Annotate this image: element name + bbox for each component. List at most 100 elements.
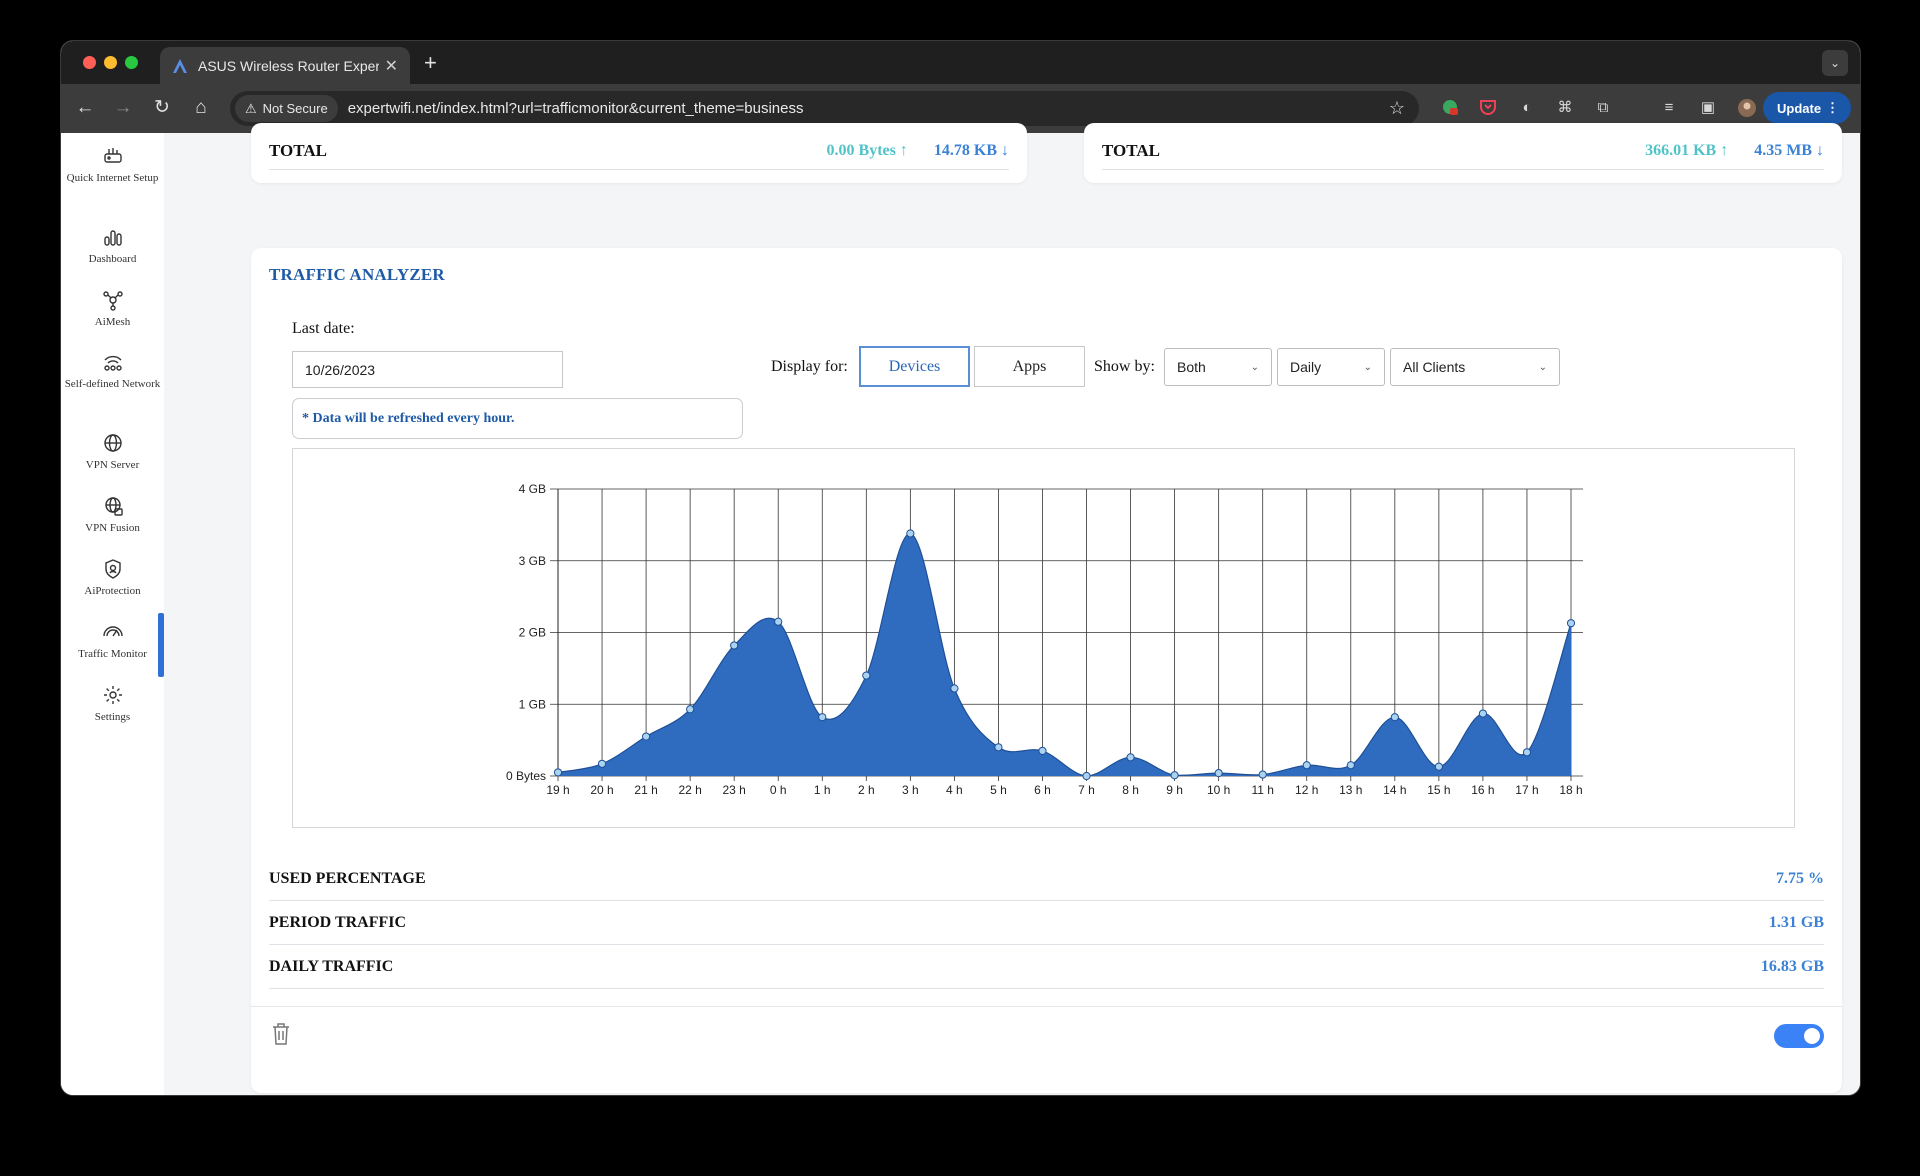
url-text[interactable]: expertwifi.net/index.html?url=trafficmon…: [348, 100, 1389, 117]
data-point: [1214, 769, 1223, 778]
pocket-icon[interactable]: [1478, 98, 1498, 118]
update-button[interactable]: Update ⋮: [1763, 92, 1851, 124]
clients-select[interactable]: All Clients ⌄: [1390, 348, 1560, 386]
sidebar-item-label: Traffic Monitor: [78, 648, 147, 660]
y-tick-label: 0 Bytes: [506, 769, 546, 783]
data-point: [818, 713, 827, 722]
y-tick-label: 2 GB: [519, 626, 546, 640]
router-sidebar: Quick Internet Setup Dashboard AiMesh Se…: [61, 133, 164, 1095]
maximize-window-button[interactable]: [125, 56, 138, 69]
tab-close-icon[interactable]: ✕: [385, 56, 398, 76]
sidebar-item-label: Self-defined Network: [64, 378, 161, 390]
x-tick-label: 21 h: [634, 783, 657, 797]
data-point: [730, 641, 739, 650]
sidebar-item-dashboard[interactable]: Dashboard: [61, 225, 164, 268]
traffic-monitor-toggle[interactable]: [1774, 1024, 1824, 1048]
extension-green-icon[interactable]: [1440, 98, 1460, 118]
data-point: [774, 617, 783, 626]
last-date-input[interactable]: [292, 351, 563, 388]
x-tick-label: 9 h: [1166, 783, 1183, 797]
data-point: [1038, 746, 1047, 755]
total-label: TOTAL: [269, 141, 327, 160]
x-tick-label: 3 h: [902, 783, 919, 797]
sidebar-item-label: Dashboard: [88, 253, 137, 265]
total-card-right: TOTAL 366.01 KB ↑ 4.35 MB ↓: [1084, 123, 1842, 183]
upload-value: 0.00 Bytes ↑: [826, 142, 908, 159]
side-panel-icon[interactable]: ▣: [1698, 98, 1718, 118]
total-card-left: TOTAL 0.00 Bytes ↑ 14.78 KB ↓: [251, 123, 1027, 183]
stat-row-period-traffic: PERIOD TRAFFIC 1.31 GB: [269, 901, 1824, 945]
apps-button[interactable]: Apps: [974, 346, 1085, 387]
analyzer-title: TRAFFIC ANALYZER: [269, 265, 445, 284]
new-tab-button[interactable]: +: [424, 50, 437, 76]
devices-button[interactable]: Devices: [859, 346, 970, 387]
x-tick-label: 23 h: [722, 783, 745, 797]
sidebar-item-label: VPN Server: [85, 459, 140, 471]
tab-strip: ASUS Wireless Router Expert ✕ + ⌄: [61, 41, 1860, 84]
browser-tab[interactable]: ASUS Wireless Router Expert ✕: [160, 47, 410, 84]
sidebar-item-traffic-monitor[interactable]: Traffic Monitor: [61, 620, 164, 663]
update-label: Update: [1777, 100, 1822, 116]
traffic-chart: 0 Bytes 1 GB 2 GB 3 GB 4 GB 19 h 20 h 21 h 22 h 2…: [292, 448, 1795, 828]
sidebar-item-aimesh[interactable]: AiMesh: [61, 288, 164, 331]
stat-label: DAILY TRAFFIC: [269, 957, 394, 975]
traffic-chart-svg: 0 Bytes 1 GB 2 GB 3 GB 4 GB 19 h 20 h 21 h 22 h 2…: [506, 482, 1583, 797]
trash-icon[interactable]: [271, 1022, 291, 1046]
profile-avatar[interactable]: [1737, 98, 1757, 118]
x-tick-label: 13 h: [1339, 783, 1362, 797]
x-tick-label: 5 h: [990, 783, 1007, 797]
bookmark-star-icon[interactable]: ☆: [1389, 98, 1405, 119]
x-tick-label: 19 h: [546, 783, 569, 797]
sidebar-item-quick-internet-setup[interactable]: Quick Internet Setup: [61, 144, 164, 187]
puzzle-extension-icon[interactable]: ⧉: [1593, 98, 1613, 118]
globe-icon: [103, 434, 122, 452]
network-icon: [103, 355, 122, 371]
sidebar-item-aiprotection[interactable]: AiProtection: [61, 557, 164, 600]
speedometer-icon: [102, 626, 123, 637]
sidebar-item-vpn-server[interactable]: VPN Server: [61, 431, 164, 474]
browser-window: ASUS Wireless Router Expert ✕ + ⌄ ← → ↻ …: [61, 41, 1860, 1095]
tab-title: ASUS Wireless Router Expert: [198, 57, 379, 74]
minimize-window-button[interactable]: [104, 56, 117, 69]
tab-search-button[interactable]: ⌄: [1822, 50, 1848, 76]
x-tick-label: 11 h: [1251, 783, 1273, 797]
data-point: [862, 671, 871, 680]
data-point: [553, 768, 563, 777]
translate-extension-icon[interactable]: ⌘: [1555, 98, 1575, 118]
sidebar-item-self-defined-network[interactable]: Self-defined Network: [61, 350, 164, 393]
x-tick-label: 6 h: [1034, 783, 1051, 797]
back-icon[interactable]: ←: [73, 96, 97, 120]
data-point: [1258, 770, 1267, 779]
x-tick-label: 14 h: [1383, 783, 1406, 797]
y-tick-label: 4 GB: [519, 482, 546, 496]
data-point: [1478, 709, 1488, 718]
total-row: TOTAL 0.00 Bytes ↑ 14.78 KB ↓: [269, 133, 1009, 170]
chevron-down-icon: ⌄: [1363, 361, 1372, 373]
forward-icon[interactable]: →: [111, 96, 135, 120]
stat-value: 1.31 GB: [1768, 913, 1824, 931]
reload-icon[interactable]: ↻: [150, 96, 174, 120]
sidebar-item-label: AiMesh: [94, 316, 131, 328]
period-select[interactable]: Daily ⌄: [1277, 348, 1385, 386]
home-icon[interactable]: ⌂: [189, 96, 213, 120]
globe-extension-icon[interactable]: ◐: [1517, 98, 1537, 118]
sidebar-item-label: Quick Internet Setup: [66, 172, 159, 184]
sidebar-item-settings[interactable]: Settings: [61, 683, 164, 726]
clients-select-value: All Clients: [1403, 359, 1466, 375]
close-window-button[interactable]: [83, 56, 96, 69]
sidebar-item-vpn-fusion[interactable]: VPN Fusion: [61, 494, 164, 537]
stat-value: 7.75 %: [1776, 869, 1824, 887]
address-bar[interactable]: ⚠ Not Secure expertwifi.net/index.html?u…: [230, 91, 1419, 126]
data-point: [1566, 619, 1576, 628]
direction-select[interactable]: Both ⌄: [1164, 348, 1272, 386]
warning-icon: ⚠: [245, 100, 257, 116]
media-control-icon[interactable]: ≡: [1659, 98, 1679, 118]
security-chip[interactable]: ⚠ Not Secure: [235, 95, 338, 122]
download-value: 14.78 KB ↓: [933, 142, 1009, 159]
stat-label: PERIOD TRAFFIC: [269, 913, 407, 931]
data-point: [950, 684, 959, 693]
data-point: [597, 759, 607, 768]
x-tick-label: 10 h: [1207, 783, 1230, 797]
y-tick-label: 3 GB: [519, 554, 546, 568]
x-tick-label: 7 h: [1078, 783, 1095, 797]
